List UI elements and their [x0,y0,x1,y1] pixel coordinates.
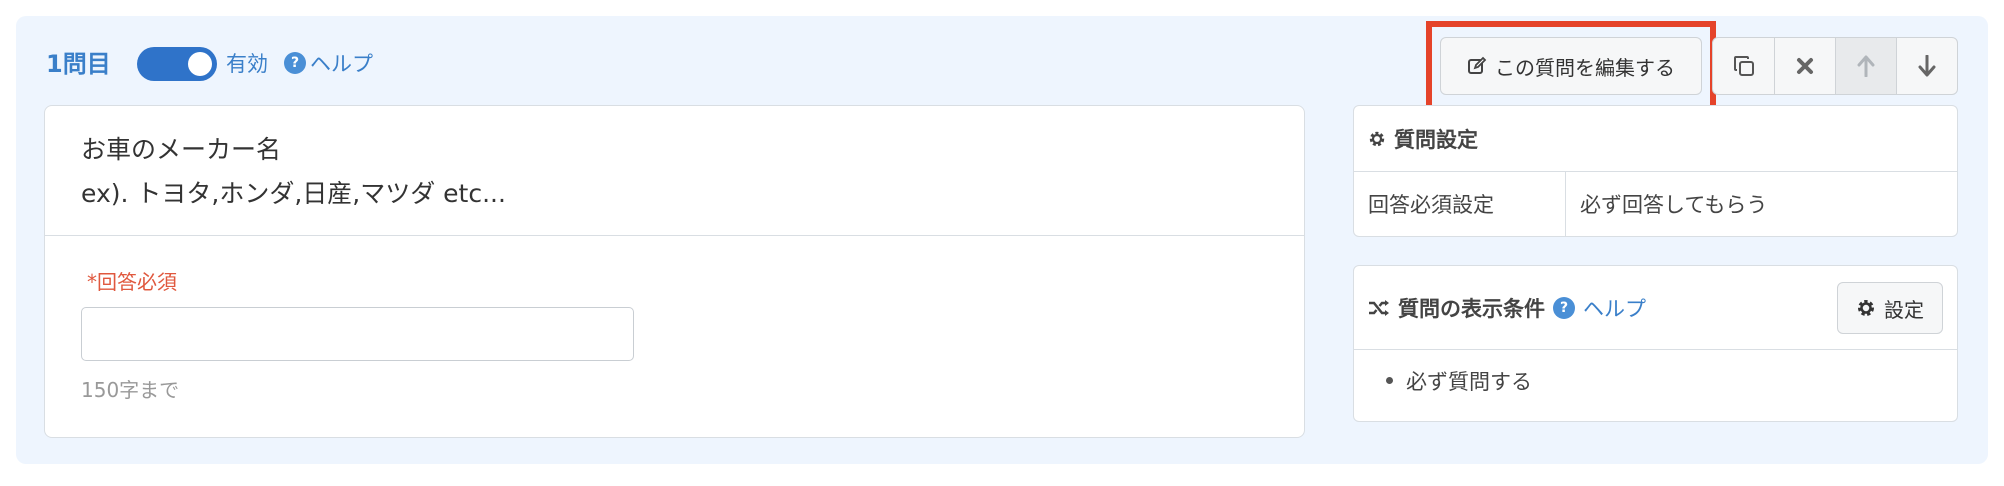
question-text: お車のメーカー名 ex). トヨタ,ホンダ,日産,マツダ etc... [81,128,506,216]
settings-header: 質問設定 [1354,106,1957,172]
list-item: 必ず質問する [1382,366,1957,396]
gear-icon [1369,131,1385,146]
question-settings-card: 質問設定 回答必須設定 必ず回答してもらう [1353,105,1958,237]
settings-value: 必ず回答してもらう [1580,193,1768,217]
question-example: ex). トヨタ,ホンダ,日産,マツダ etc... [81,179,506,208]
move-down-button[interactable] [1896,38,1957,94]
display-conditions-card: 質問の表示条件 ? ヘルプ 設定 必ず質問する [1353,265,1958,422]
delete-button[interactable] [1774,38,1835,94]
conditions-settings-label: 設定 [1884,297,1924,322]
char-limit-note: 150字まで [81,378,180,402]
settings-key: 回答必須設定 [1354,172,1566,236]
gear-icon [1858,300,1874,316]
divider [45,235,1304,236]
toggle-knob [188,52,212,76]
required-label: *回答必須 [87,270,177,294]
help-link[interactable]: ヘルプ [310,50,373,78]
question-actions [1712,37,1958,95]
edit-question-label: この質問を編集する [1495,55,1675,80]
conditions-title: 質問の表示条件 [1398,296,1545,321]
close-icon [1797,58,1813,74]
edit-question-button[interactable]: この質問を編集する [1440,37,1702,95]
edit-icon [1468,56,1487,74]
help-icon[interactable]: ? [1553,296,1575,319]
question-title: お車のメーカー名 [81,135,282,164]
conditions-list: 必ず質問する [1354,350,1957,396]
settings-title: 質問設定 [1394,127,1478,152]
conditions-help-link[interactable]: ヘルプ [1583,293,1646,323]
arrow-up-icon [1857,55,1875,77]
copy-button[interactable] [1713,38,1774,94]
copy-icon [1733,56,1754,76]
answer-input[interactable] [81,307,634,361]
move-up-button[interactable] [1835,38,1896,94]
question-number: 1問目 [46,50,111,78]
shuffle-icon [1369,299,1389,316]
enabled-toggle[interactable] [137,47,217,81]
toggle-label: 有効 [226,52,268,76]
question-card: お車のメーカー名 ex). トヨタ,ホンダ,日産,マツダ etc... *回答必… [44,105,1305,438]
conditions-header: 質問の表示条件 ? ヘルプ 設定 [1354,266,1957,350]
help-icon[interactable]: ? [284,52,306,74]
settings-row: 回答必須設定 必ず回答してもらう [1354,172,1957,236]
conditions-settings-button[interactable]: 設定 [1837,282,1943,334]
arrow-down-icon [1918,55,1936,77]
